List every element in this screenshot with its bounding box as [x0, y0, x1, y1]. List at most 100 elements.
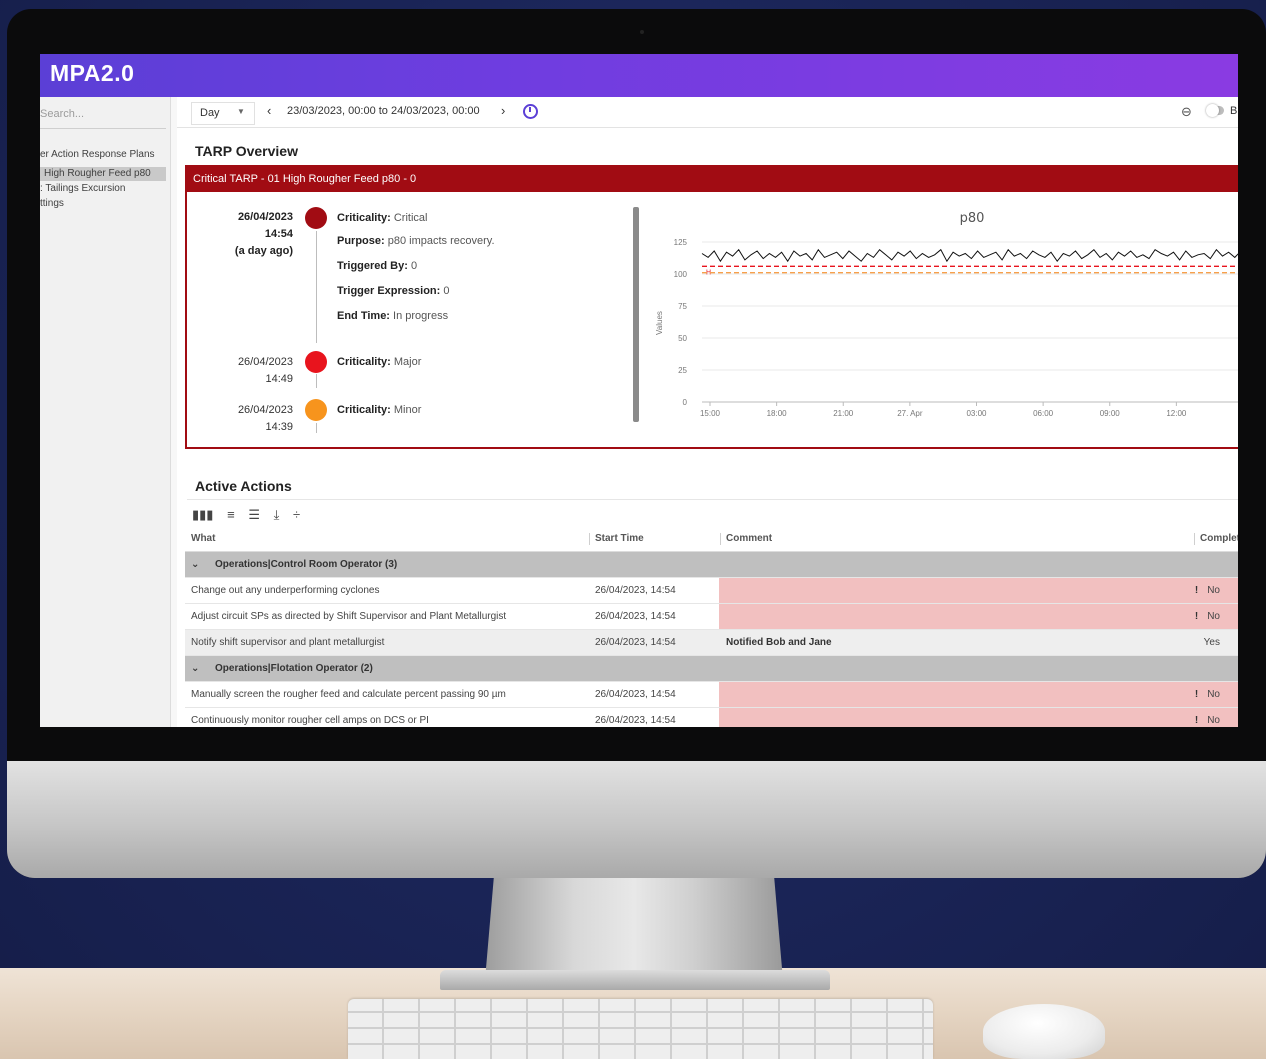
timeline-line — [316, 423, 317, 433]
column-header-what[interactable]: What — [191, 527, 215, 551]
trigger-expression-field: Trigger Expression: 0 — [337, 285, 450, 297]
table-row[interactable]: Manually screen the rougher feed and cal… — [185, 682, 1238, 708]
filter-icon[interactable]: ≡ — [227, 507, 235, 522]
cell-what: Change out any underperforming cyclones — [191, 585, 380, 596]
toggle-label: B — [1230, 105, 1238, 117]
cell-complete[interactable]: ! No — [1195, 604, 1220, 629]
sidebar-item-action-response-plans[interactable]: er Action Response Plans — [40, 149, 155, 160]
tarp-card-header-text: Critical TARP - 01 High Rougher Feed p80… — [193, 173, 417, 185]
column-header-start-time[interactable]: Start Time — [595, 527, 644, 551]
timeline-time-text: 14:49 — [265, 373, 293, 385]
table-group-row[interactable]: ⌄ Operations|Flotation Operator (2) — [185, 656, 1238, 682]
comment-text — [719, 715, 726, 726]
complete-value: No — [1207, 585, 1220, 596]
caret-down-icon: ▼ — [237, 107, 245, 116]
expand-icon[interactable]: ÷ — [293, 507, 300, 522]
table-row[interactable]: Adjust circuit SPs as directed by Shift … — [185, 604, 1238, 630]
clock-icon[interactable] — [523, 104, 538, 119]
cell-comment[interactable]: Notified Bob and Jane — [719, 630, 1238, 655]
chevron-down-icon[interactable]: ⌄ — [191, 656, 199, 681]
cell-start-time: 26/04/2023, 14:54 — [595, 611, 676, 622]
cell-comment[interactable] — [719, 578, 1238, 603]
series-line-p80 — [701, 248, 1238, 263]
cell-complete[interactable]: Yes — [1204, 630, 1220, 655]
cell-what: Continuously monitor rougher cell amps o… — [191, 715, 429, 726]
timeline-line — [316, 231, 317, 343]
table-row[interactable]: Continuously monitor rougher cell amps o… — [185, 708, 1238, 727]
table-row[interactable]: Notify shift supervisor and plant metall… — [185, 630, 1238, 656]
active-actions-title: Active Actions — [195, 478, 292, 494]
timeline-date-text: 26/04/2023 — [237, 211, 293, 223]
x-tick-label: 09:00 — [1100, 409, 1121, 418]
cell-complete[interactable]: ! No — [1195, 578, 1220, 603]
toggle-switch[interactable] — [1206, 104, 1224, 117]
columns-icon[interactable]: ▮▮▮ — [192, 507, 213, 522]
keyboard — [348, 999, 933, 1059]
x-tick-label: 03:00 — [966, 409, 987, 418]
criticality-dot-minor — [305, 399, 327, 421]
criticality-field: Criticality: Critical — [337, 212, 427, 224]
range-select[interactable]: Day ▼ — [191, 102, 255, 125]
sidebar-item-tailings-excursion[interactable]: : Tailings Excursion — [40, 183, 125, 194]
complete-value: Yes — [1203, 637, 1220, 648]
warning-icon: ! — [1194, 715, 1199, 726]
cell-what: Adjust circuit SPs as directed by Shift … — [191, 611, 507, 622]
timeline-relative: (a day ago) — [193, 245, 293, 257]
timeline-date-text: 26/04/2023 — [237, 404, 293, 416]
divider — [187, 499, 1238, 500]
chevron-down-icon[interactable]: ⌄ — [191, 552, 199, 577]
cell-complete[interactable]: ! No — [1195, 682, 1220, 707]
sidebar-item-settings[interactable]: ttings — [40, 198, 64, 209]
cell-complete[interactable]: ! No — [1195, 708, 1220, 727]
criticality-label: Criticality: — [337, 212, 391, 224]
link-icon[interactable]: ⊖ — [1181, 104, 1192, 120]
criticality-label: Criticality: — [337, 404, 391, 416]
timeline-date: 26/04/2023 — [193, 404, 293, 416]
grid-toolbar: ▮▮▮ ≡ ☰ ⤓ ÷ — [192, 507, 310, 523]
comment-text — [719, 611, 726, 622]
app-title[interactable]: MPA2.0 — [50, 60, 134, 87]
date-range[interactable]: 23/03/2023, 00:00 to 24/03/2023, 00:00 — [287, 105, 480, 117]
criticality-dot-major — [305, 351, 327, 373]
y-tick-label: 25 — [678, 366, 687, 375]
y-tick-label: 50 — [678, 334, 687, 343]
criticality-dot-critical — [305, 207, 327, 229]
table-row[interactable]: Change out any underperforming cyclones 2… — [185, 578, 1238, 604]
column-header-comment[interactable]: Comment — [726, 527, 772, 551]
end-time-field: End Time: In progress — [337, 310, 448, 322]
chevron-left-icon[interactable]: ‹ — [267, 103, 271, 118]
cell-comment[interactable] — [719, 682, 1238, 707]
cell-comment[interactable] — [719, 604, 1238, 629]
y-tick-label: 125 — [674, 238, 688, 247]
app-bar: MPA2.0 — [40, 54, 1238, 97]
search-input[interactable]: Search... — [40, 108, 166, 129]
triggered-by-value: 0 — [410, 260, 418, 272]
comment-text: Notified Bob and Jane — [726, 637, 832, 648]
tarp-card: Critical TARP - 01 High Rougher Feed p80… — [185, 165, 1238, 449]
sidebar-item-high-rougher-feed[interactable]: High Rougher Feed p80 — [40, 167, 166, 181]
comment-text — [719, 689, 726, 700]
y-tick-label: 0 — [683, 398, 688, 407]
trigger-expression-label: Trigger Expression: — [337, 285, 441, 297]
timeline-line — [316, 374, 317, 388]
export-icon[interactable]: ⤓ — [274, 507, 280, 522]
panel-divider[interactable] — [633, 207, 639, 422]
warning-icon: ! — [1194, 689, 1199, 700]
table-group-row[interactable]: ⌄ Operations|Control Room Operator (3) — [185, 552, 1238, 578]
complete-value: No — [1207, 715, 1220, 726]
timeline-time: 14:49 — [193, 373, 293, 385]
column-header-complete[interactable]: Complet — [1200, 527, 1238, 551]
purpose-label: Purpose: — [337, 235, 385, 247]
y-tick-label: 75 — [678, 302, 687, 311]
density-icon[interactable]: ☰ — [248, 507, 260, 522]
tarp-overview-title: TARP Overview — [195, 143, 298, 159]
screen: MPA2.0 Search... er Action Response Plan… — [40, 54, 1238, 727]
x-tick-label: 15:00 — [700, 409, 721, 418]
end-time-value: In progress — [393, 310, 449, 322]
cell-what: Manually screen the rougher feed and cal… — [191, 689, 506, 700]
column-separator — [1194, 533, 1195, 545]
chevron-right-icon[interactable]: › — [501, 103, 505, 118]
group-label: Operations|Flotation Operator (2) — [215, 663, 373, 674]
cell-comment[interactable] — [719, 708, 1238, 727]
sidebar: Search... er Action Response Plans High … — [40, 97, 171, 727]
